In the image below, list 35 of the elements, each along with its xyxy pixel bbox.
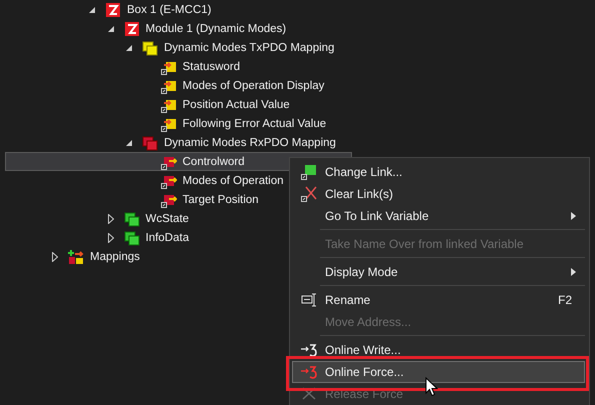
arrow-three-icon (301, 364, 317, 380)
submenu-arrow-icon (571, 268, 576, 276)
arrow-three-icon (301, 342, 317, 358)
expanded-arrow-icon[interactable] (125, 138, 133, 146)
expanded-arrow-icon[interactable] (88, 6, 96, 14)
menu-item[interactable]: Online Force... (292, 361, 585, 383)
z-block-icon (124, 20, 140, 36)
tree-item[interactable]: Dynamic Modes RxPDO Mapping (5, 133, 352, 152)
menu-item[interactable]: Display Mode (292, 261, 585, 283)
cross-icon (301, 386, 317, 402)
tree-item[interactable]: Following Error Actual Value (5, 114, 352, 133)
link-square-icon (301, 164, 317, 180)
cross-icon (301, 186, 317, 202)
mappings-icon (68, 248, 84, 264)
submenu-arrow-icon (571, 212, 576, 220)
tree-item[interactable]: Dynamic Modes TxPDO Mapping (5, 38, 352, 57)
stacked-squares-icon (142, 40, 158, 56)
expanded-arrow-icon[interactable] (125, 44, 133, 52)
menu-item[interactable]: Online Write... (292, 339, 585, 361)
tree-item[interactable]: Box 1 (E-MCC1) (5, 0, 352, 19)
rename-icon (301, 292, 317, 308)
stacked-squares-icon (124, 230, 140, 246)
z-block-icon (105, 2, 121, 18)
menu-item[interactable]: Rename F2 (292, 289, 585, 311)
mouse-pointer-icon (425, 377, 438, 397)
tree-item[interactable]: Statusword (5, 57, 352, 76)
menu-item[interactable]: Go To Link Variable (292, 205, 585, 227)
stacked-squares-icon (142, 134, 158, 150)
stacked-squares-icon (124, 210, 140, 226)
menu-item[interactable]: Clear Link(s) (292, 183, 585, 205)
tree-item[interactable]: Module 1 (Dynamic Modes) (5, 19, 352, 38)
collapsed-arrow-icon[interactable] (52, 252, 58, 262)
tree-item[interactable]: Modes of Operation Display (5, 76, 352, 95)
tree-item[interactable]: Position Actual Value (5, 95, 352, 114)
expanded-arrow-icon[interactable] (106, 24, 114, 32)
